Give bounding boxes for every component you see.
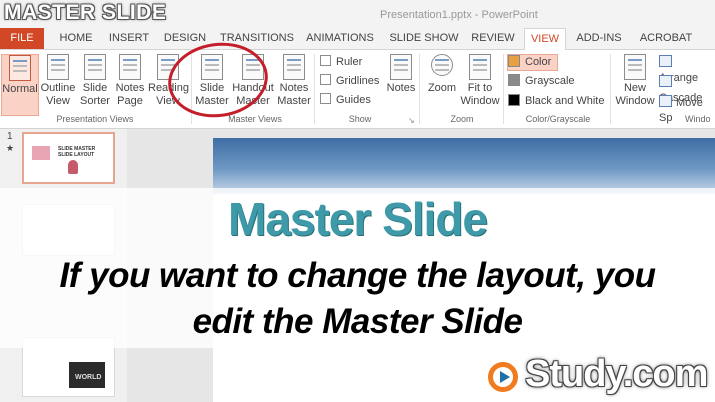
thumbnail-title: SLIDE MASTER SLIDE LAYOUT xyxy=(58,146,96,158)
group-separator xyxy=(314,54,315,124)
notes-master-label-2: Master xyxy=(277,95,311,107)
group-separator xyxy=(419,54,420,124)
move-split-button[interactable]: Move Sp xyxy=(659,95,715,124)
grayscale-swatch-icon xyxy=(508,74,520,86)
show-dialog-launcher-icon[interactable]: ↘ xyxy=(408,116,415,125)
notes-page-button[interactable]: Notes Page xyxy=(114,54,146,108)
tab-insert[interactable]: INSERT xyxy=(104,28,154,49)
arrange-all-button[interactable]: Arrange xyxy=(659,55,715,84)
study-com-wordmark: Study.com xyxy=(525,353,708,395)
outline-view-icon xyxy=(47,54,69,80)
normal-view-button[interactable]: Normal xyxy=(1,54,39,116)
gridlines-checkbox[interactable]: Gridlines xyxy=(320,74,379,88)
group-label-window: Windo xyxy=(685,114,711,124)
video-title: MASTER SLIDE xyxy=(4,1,167,24)
tab-animations[interactable]: ANIMATIONS xyxy=(302,28,378,49)
grayscale-option[interactable]: Grayscale xyxy=(508,74,575,89)
fit-to-window-label-1: Fit to xyxy=(467,82,493,94)
caption-line-1: If you want to change the layout, you xyxy=(59,256,656,295)
normal-view-label: Normal xyxy=(2,83,38,95)
ruler-checkbox[interactable]: Ruler xyxy=(320,55,362,69)
magnifier-icon xyxy=(431,54,453,76)
notes-icon xyxy=(390,54,412,80)
new-window-label-2: Window xyxy=(615,95,655,107)
group-label-presentation-views: Presentation Views xyxy=(56,114,134,124)
grayscale-label: Grayscale xyxy=(525,75,575,87)
fit-to-window-icon xyxy=(469,54,491,80)
tab-review[interactable]: REVIEW xyxy=(469,28,517,49)
checkbox-box xyxy=(320,74,331,85)
tab-acrobat[interactable]: ACROBAT xyxy=(636,28,696,49)
color-label: Color xyxy=(525,56,552,68)
fit-to-window-label-2: Window xyxy=(460,95,500,107)
notes-master-button[interactable]: Notes Master xyxy=(276,54,312,108)
study-play-logo-icon xyxy=(486,360,520,394)
color-swatch-icon xyxy=(508,55,520,67)
caption-line-2: edit the Master Slide xyxy=(192,302,523,341)
ruler-label: Ruler xyxy=(336,56,363,68)
app-window: MASTER SLIDE ▾ Presentation1.pptx - Powe… xyxy=(0,0,715,402)
guides-label: Guides xyxy=(336,94,371,106)
normal-view-icon xyxy=(9,55,31,81)
tab-file[interactable]: FILE xyxy=(0,28,44,49)
study-com-logo: Study.com xyxy=(485,353,710,399)
group-label-show: Show xyxy=(348,114,372,124)
tab-slide-show[interactable]: SLIDE SHOW xyxy=(386,28,462,49)
tab-home[interactable]: HOME xyxy=(52,28,100,49)
ribbon-view: Normal Outline View Slide Sorter Notes P… xyxy=(0,50,715,129)
notes-page-icon xyxy=(119,54,141,80)
color-option[interactable]: Color xyxy=(507,54,559,71)
outline-view-button[interactable]: Outline View xyxy=(39,54,77,108)
group-separator xyxy=(610,54,611,124)
tab-view[interactable]: VIEW xyxy=(524,28,566,51)
notes-button[interactable]: Notes xyxy=(384,54,418,95)
notes-master-label-1: Notes xyxy=(279,82,309,94)
slide-sorter-icon xyxy=(84,54,106,80)
animation-star-icon: ★ xyxy=(6,143,15,153)
group-label-zoom: Zoom xyxy=(450,114,474,124)
fit-to-window-button[interactable]: Fit to Window xyxy=(459,54,501,108)
slide-sorter-label-1: Slide xyxy=(82,82,108,94)
guides-checkbox[interactable]: Guides xyxy=(320,93,371,107)
slide-sorter-button[interactable]: Slide Sorter xyxy=(78,54,112,108)
checkbox-box xyxy=(320,55,331,66)
notes-master-icon xyxy=(283,54,305,80)
black-and-white-label: Black and White xyxy=(525,95,605,107)
title-bar: MASTER SLIDE ▾ Presentation1.pptx - Powe… xyxy=(0,0,715,28)
thumbnail-picture xyxy=(32,146,50,160)
new-window-label-1: New xyxy=(623,82,646,94)
zoom-button[interactable]: Zoom xyxy=(424,54,460,95)
notes-page-label-1: Notes xyxy=(115,82,145,94)
outline-view-label-1: Outline xyxy=(40,82,76,94)
caption-title: Master Slide xyxy=(228,193,488,245)
outline-view-label-2: View xyxy=(46,95,70,107)
gridlines-label: Gridlines xyxy=(336,75,380,87)
checkbox-box xyxy=(320,93,331,104)
black-white-swatch-icon xyxy=(508,94,520,106)
tab-add-ins[interactable]: ADD-INS xyxy=(572,28,626,49)
new-window-icon xyxy=(624,54,646,80)
notes-page-label-2: Page xyxy=(117,95,143,107)
black-and-white-option[interactable]: Black and White xyxy=(508,94,604,109)
thumbnail-picture: WORLD xyxy=(69,362,105,388)
slide-number: 1 xyxy=(7,131,13,142)
thumbnail-picture-text: WORLD xyxy=(75,374,102,381)
cascade-button[interactable]: Cascade xyxy=(659,75,715,104)
ribbon-tab-row: FILE HOME INSERT DESIGN TRANSITIONS ANIM… xyxy=(0,28,715,51)
quick-access-caret-icon[interactable]: ▾ xyxy=(150,8,155,19)
slide-header-banner xyxy=(213,138,715,194)
slide-sorter-label-2: Sorter xyxy=(80,95,110,107)
group-separator xyxy=(503,54,504,124)
notes-label: Notes xyxy=(386,82,416,94)
group-label-color-grayscale: Color/Grayscale xyxy=(525,114,591,124)
slide-thumbnail-1[interactable]: SLIDE MASTER SLIDE LAYOUT xyxy=(22,132,115,184)
move-split-icon xyxy=(659,95,672,107)
cascade-icon xyxy=(659,75,672,87)
zoom-label: Zoom xyxy=(427,82,457,94)
arrange-icon xyxy=(659,55,672,67)
new-window-button[interactable]: New Window xyxy=(614,54,656,108)
document-title: Presentation1.pptx - PowerPoint xyxy=(380,9,538,21)
thumbnail-figure xyxy=(68,160,78,174)
